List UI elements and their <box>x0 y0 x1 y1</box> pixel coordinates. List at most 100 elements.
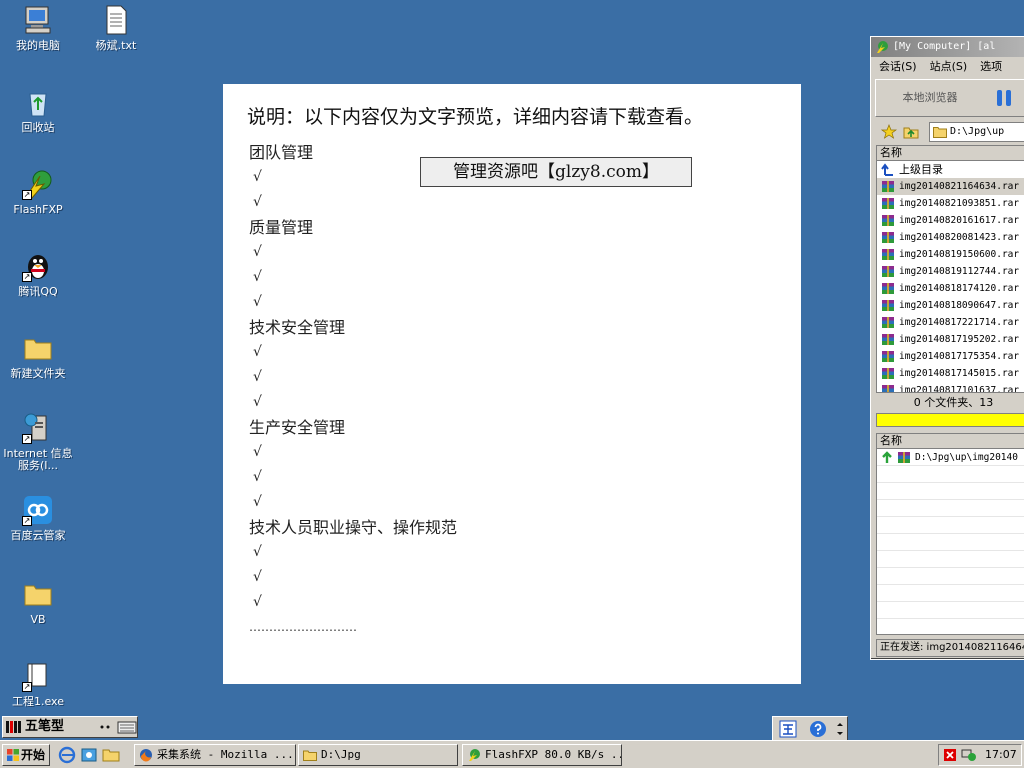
check-mark: √ <box>253 469 262 485</box>
desktop-icon-iis[interactable]: ↗ Internet 信息服务(I... <box>0 412 76 472</box>
file-row[interactable]: img20140817221714.rar <box>877 314 1024 331</box>
windows-logo-icon <box>7 749 19 761</box>
file-row[interactable]: img20140821164634.rar <box>877 178 1024 195</box>
shortcut-arrow-icon: ↗ <box>22 434 32 444</box>
file-row[interactable]: img20140818174120.rar <box>877 280 1024 297</box>
outlook-express-icon[interactable] <box>80 746 98 764</box>
file-name: img20140819112744.rar <box>899 266 1020 277</box>
rar-archive-icon <box>882 300 894 311</box>
task-label: 采集系统 - Mozilla ... <box>157 748 294 761</box>
task-firefox[interactable]: 采集系统 - Mozilla ... <box>134 744 296 766</box>
window-title: [My Computer] [al <box>893 41 996 52</box>
file-row[interactable]: img20140819150600.rar <box>877 246 1024 263</box>
check-mark: √ <box>253 194 262 210</box>
task-explorer[interactable]: D:\Jpg <box>298 744 458 766</box>
favorites-star-icon[interactable] <box>881 124 897 140</box>
task-label: FlashFXP 80.0 KB/s ... <box>485 748 622 761</box>
recycle-bin-icon <box>22 86 54 118</box>
queue-item[interactable]: D:\Jpg\up\img20140 <box>877 449 1024 466</box>
file-name: img20140821093851.rar <box>899 198 1020 209</box>
ime-logo-icon[interactable] <box>5 718 23 736</box>
desktop-icon-label: 我的电脑 <box>16 39 60 52</box>
help-icon[interactable] <box>809 720 827 738</box>
file-row[interactable]: img20140820081423.rar <box>877 229 1024 246</box>
file-name: img20140817175354.rar <box>899 351 1020 362</box>
file-row[interactable]: img20140818090647.rar <box>877 297 1024 314</box>
upload-arrow-icon <box>882 451 892 463</box>
path-bar: D:\Jpg\up <box>871 119 1024 145</box>
start-button[interactable]: 开始 <box>2 744 50 766</box>
sending-status: 正在发送: img2014082116464 <box>876 639 1024 657</box>
desktop-icon-label: 工程1.exe <box>11 695 64 708</box>
column-header-name[interactable]: 名称 <box>877 146 1024 161</box>
file-row[interactable]: img20140820161617.rar <box>877 212 1024 229</box>
window-titlebar[interactable]: [My Computer] [al <box>871 37 1024 57</box>
file-name: img20140817195202.rar <box>899 334 1020 345</box>
check-mark: √ <box>253 544 262 560</box>
rar-archive-icon <box>882 181 894 192</box>
tray-security-icon[interactable] <box>943 748 957 762</box>
row-label: 上级目录 <box>899 163 943 176</box>
file-row[interactable]: img20140821093851.rar <box>877 195 1024 212</box>
menu-bar: 会话(S) 站点(S) 选项 <box>871 57 1024 77</box>
language-bar <box>772 716 848 742</box>
options-arrows-icon[interactable] <box>835 720 845 738</box>
tray-network-icon[interactable] <box>961 748 977 762</box>
file-row[interactable]: img20140819112744.rar <box>877 263 1024 280</box>
punctuation-icon[interactable] <box>97 718 113 736</box>
iis-icon: ↗ <box>22 412 54 444</box>
file-name: img20140818174120.rar <box>899 283 1020 294</box>
rar-archive-icon <box>882 334 894 345</box>
desktop-icon-baidu-cloud[interactable]: ↗ 百度云管家 <box>0 494 76 542</box>
firefox-icon <box>140 749 152 762</box>
menu-sites[interactable]: 站点(S) <box>930 60 968 73</box>
menu-session[interactable]: 会话(S) <box>879 60 917 73</box>
desktop-icon-recycle-bin[interactable]: 回收站 <box>0 86 76 134</box>
rar-archive-icon <box>882 283 894 294</box>
desktop-icon-flashfxp[interactable]: ↗ FlashFXP <box>0 168 76 216</box>
section-title: 质量管理 <box>249 218 314 237</box>
check-mark: √ <box>253 594 262 610</box>
desktop-icon-new-folder[interactable]: 新建文件夹 <box>0 332 76 380</box>
section-title: 生产安全管理 <box>249 418 346 437</box>
file-name: img20140821164634.rar <box>899 181 1020 192</box>
input-method-icon[interactable] <box>779 720 797 738</box>
pause-icon[interactable] <box>994 88 1014 108</box>
file-row[interactable]: img20140817195202.rar <box>877 331 1024 348</box>
flashfxp-icon <box>877 41 888 53</box>
queue-item-path: D:\Jpg\up\img20140 <box>915 452 1018 463</box>
task-flashfxp[interactable]: FlashFXP 80.0 KB/s ... <box>462 744 622 766</box>
file-row[interactable]: img20140817101637.rar <box>877 382 1024 392</box>
menu-options[interactable]: 选项 <box>980 60 1002 73</box>
toolbar: 本地浏览器 <box>875 79 1024 117</box>
rar-archive-icon <box>882 249 894 260</box>
parent-directory-row[interactable]: 上级目录 <box>877 161 1024 178</box>
file-row[interactable]: img20140817175354.rar <box>877 348 1024 365</box>
rar-archive-icon <box>882 266 894 277</box>
rar-archive-icon <box>882 351 894 362</box>
ime-mode-label[interactable]: 五笔型 <box>25 718 75 736</box>
desktop-icon-my-computer[interactable]: 我的电脑 <box>0 4 76 52</box>
up-folder-icon[interactable] <box>903 124 919 140</box>
rar-archive-icon <box>882 317 894 328</box>
desktop-icon-label: 腾讯QQ <box>18 285 58 298</box>
desktop-icon-vb[interactable]: VB <box>0 578 76 626</box>
desktop-icon-text-file[interactable]: 杨斌.txt <box>78 4 154 52</box>
file-name: img20140817221714.rar <box>899 317 1020 328</box>
path-input[interactable]: D:\Jpg\up <box>929 122 1024 142</box>
rar-archive-icon <box>882 215 894 226</box>
desktop-icon-qq[interactable]: ↗ 腾讯QQ <box>0 250 76 298</box>
internet-explorer-icon[interactable] <box>58 746 76 764</box>
folder-icon <box>933 127 947 138</box>
desktop-icon-exe[interactable]: ↗ 工程1.exe <box>0 660 76 708</box>
text-file-icon <box>100 4 132 36</box>
file-row[interactable]: img20140817145015.rar <box>877 365 1024 382</box>
queue-column-header-name[interactable]: 名称 <box>877 434 1024 449</box>
show-desktop-folder-icon[interactable] <box>102 746 120 764</box>
soft-keyboard-icon[interactable] <box>117 718 137 736</box>
half-width-moon-icon[interactable] <box>79 718 95 736</box>
local-file-list: 名称 上级目录 img20140821164634.rar img20140821… <box>876 145 1024 393</box>
local-browser-button[interactable]: 本地浏览器 <box>880 84 980 112</box>
preview-content: 团队管理 √ √ 质量管理 √ √ √ 技术安全管理 √ √ √ 生产安全管理 … <box>249 140 457 640</box>
shortcut-arrow-icon: ↗ <box>22 190 32 200</box>
